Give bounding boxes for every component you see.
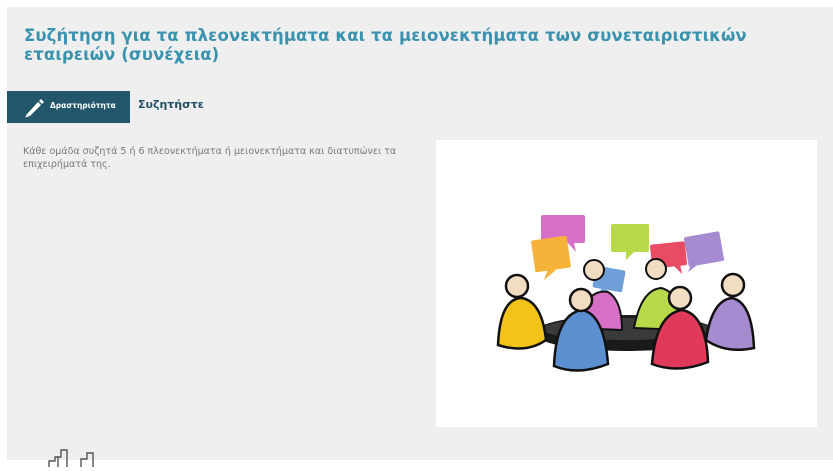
speech-bubble-purple [683, 231, 725, 272]
slide-page: Συζήτηση για τα πλεονεκτήματα και τα μει… [7, 7, 833, 467]
activity-badge: Δραστηριότητα [7, 91, 130, 123]
activity-badge-label: Δραστηριότητα [50, 101, 116, 110]
group-discussion-illustration [436, 140, 817, 427]
person-yellow [496, 273, 548, 350]
page-title: Συζήτηση για τα πλεονεκτήματα και τα μει… [24, 26, 747, 64]
speech-bubble-green [611, 224, 649, 260]
activity-description: Κάθε ομάδα συζητά 5 ή 6 πλεονεκτήματα ή … [23, 146, 397, 170]
person-purple [704, 272, 756, 351]
pencil-icon [23, 98, 45, 118]
speech-bubble-orange [531, 235, 571, 280]
bar-chart-icon [47, 447, 117, 467]
activity-type-label: Συζητήστε [138, 98, 204, 111]
